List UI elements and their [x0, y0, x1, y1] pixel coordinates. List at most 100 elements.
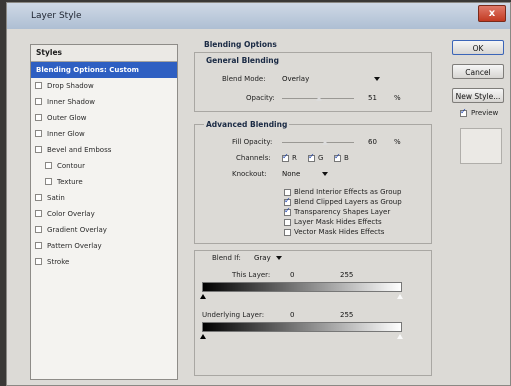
style-checkbox[interactable]: [35, 82, 42, 89]
style-checkbox[interactable]: [35, 226, 42, 233]
fill-opacity-label: Fill Opacity:: [232, 138, 273, 146]
blend-mode-select[interactable]: Overlay: [282, 75, 309, 83]
advanced-option-label: Blend Clipped Layers as Group: [294, 198, 402, 206]
style-item-label: Bevel and Emboss: [47, 146, 112, 154]
this-layer-label: This Layer:: [232, 271, 271, 279]
knockout-select[interactable]: None: [282, 170, 300, 178]
style-checkbox[interactable]: [35, 114, 42, 121]
style-item-drop-shadow[interactable]: Drop Shadow: [31, 78, 177, 94]
channels-label: Channels:: [236, 154, 271, 162]
title-bar[interactable]: Layer Style x: [7, 3, 510, 29]
channel-r-label: R: [292, 154, 297, 162]
advanced-option-checkbox[interactable]: [284, 219, 291, 226]
opacity-slider-handle[interactable]: [315, 96, 322, 101]
this-layer-black-handle[interactable]: [200, 294, 206, 299]
channel-r-checkbox[interactable]: [282, 152, 289, 162]
fill-opacity-slider-handle[interactable]: [322, 140, 329, 145]
style-item-gradient-overlay[interactable]: Gradient Overlay: [31, 222, 177, 238]
style-item-pattern-overlay[interactable]: Pattern Overlay: [31, 238, 177, 254]
style-checkbox[interactable]: [35, 146, 42, 153]
style-preview-thumbnail: [460, 128, 502, 164]
advanced-option-checkbox[interactable]: [284, 189, 291, 196]
underlying-layer-black-handle[interactable]: [200, 334, 206, 339]
dialog-title: Layer Style: [31, 11, 82, 21]
blend-if-label: Blend If:: [212, 254, 241, 262]
close-button[interactable]: x: [478, 5, 506, 22]
style-item-inner-glow[interactable]: Inner Glow: [31, 126, 177, 142]
channel-g-label: G: [318, 154, 324, 162]
blend-if-select[interactable]: Gray: [254, 254, 271, 262]
style-item-label: Inner Glow: [47, 130, 85, 138]
style-item-outer-glow[interactable]: Outer Glow: [31, 110, 177, 126]
blending-options-title: Blending Options: [204, 40, 277, 49]
advanced-option-label: Vector Mask Hides Effects: [294, 228, 385, 236]
style-item-label: Blending Options: Custom: [36, 66, 139, 74]
style-item-label: Color Overlay: [47, 210, 95, 218]
underlying-layer-min[interactable]: 0: [290, 311, 294, 319]
style-item-contour[interactable]: Contour: [31, 158, 177, 174]
style-item-satin[interactable]: Satin: [31, 190, 177, 206]
style-checkbox[interactable]: [35, 210, 42, 217]
style-item-inner-shadow[interactable]: Inner Shadow: [31, 94, 177, 110]
knockout-label: Knockout:: [232, 170, 267, 178]
general-blending-title: General Blending: [204, 56, 281, 65]
new-style-button[interactable]: New Style...: [452, 88, 504, 103]
underlying-layer-label: Underlying Layer:: [202, 311, 265, 319]
advanced-blending-title: Advanced Blending: [204, 120, 290, 129]
underlying-layer-max[interactable]: 255: [340, 311, 353, 319]
style-checkbox[interactable]: [35, 242, 42, 249]
styles-list: Styles Blending Options: Custom Drop Shad…: [30, 44, 178, 380]
style-item-stroke[interactable]: Stroke: [31, 254, 177, 270]
advanced-option-label: Transparency Shapes Layer: [294, 208, 391, 216]
advanced-option-label: Layer Mask Hides Effects: [294, 218, 382, 226]
style-checkbox[interactable]: [35, 130, 42, 137]
style-item-label: Satin: [47, 194, 65, 202]
ok-button[interactable]: OK: [452, 40, 504, 55]
style-item-label: Gradient Overlay: [47, 226, 107, 234]
blend-mode-label: Blend Mode:: [222, 75, 266, 83]
style-checkbox[interactable]: [45, 162, 52, 169]
style-item-label: Texture: [57, 178, 83, 186]
this-layer-gradient: [202, 282, 402, 292]
underlying-layer-white-handle[interactable]: [397, 334, 403, 339]
style-item-color-overlay[interactable]: Color Overlay: [31, 206, 177, 222]
opacity-label: Opacity:: [246, 94, 275, 102]
preview-label: Preview: [471, 109, 499, 117]
channel-g-checkbox[interactable]: [308, 152, 315, 162]
style-item-texture[interactable]: Texture: [31, 174, 177, 190]
close-icon: x: [488, 8, 496, 19]
advanced-option-checkbox[interactable]: [284, 206, 291, 216]
advanced-option-label: Blend Interior Effects as Group: [294, 188, 402, 196]
channel-b-label: B: [344, 154, 349, 162]
style-checkbox[interactable]: [35, 258, 42, 265]
fill-opacity-unit: %: [394, 138, 401, 146]
chevron-down-icon[interactable]: [276, 256, 282, 260]
style-item-bevel-and-emboss[interactable]: Bevel and Emboss: [31, 142, 177, 158]
chevron-down-icon[interactable]: [374, 77, 380, 81]
style-item-label: Outer Glow: [47, 114, 87, 122]
this-layer-max[interactable]: 255: [340, 271, 353, 279]
style-item-label: Inner Shadow: [47, 98, 95, 106]
style-checkbox[interactable]: [35, 98, 42, 105]
styles-header[interactable]: Styles: [31, 45, 177, 62]
chevron-down-icon[interactable]: [322, 172, 328, 176]
opacity-unit: %: [394, 94, 401, 102]
this-layer-min[interactable]: 0: [290, 271, 294, 279]
preview-checkbox[interactable]: [460, 107, 467, 117]
channel-b-checkbox[interactable]: [334, 152, 341, 162]
style-item-label: Drop Shadow: [47, 82, 94, 90]
opacity-value[interactable]: 51: [368, 94, 377, 102]
style-checkbox[interactable]: [35, 194, 42, 201]
blending-options-panel: Blending Options General Blending Blend …: [190, 40, 435, 380]
underlying-layer-gradient: [202, 322, 402, 332]
style-item-label: Contour: [57, 162, 85, 170]
cancel-button[interactable]: Cancel: [452, 64, 504, 79]
advanced-option-checkbox[interactable]: [284, 229, 291, 236]
advanced-option-checkbox[interactable]: [284, 196, 291, 206]
style-item-blending-options-custom[interactable]: Blending Options: Custom: [31, 62, 177, 78]
fill-opacity-slider[interactable]: [282, 142, 354, 143]
style-item-label: Pattern Overlay: [47, 242, 102, 250]
style-checkbox[interactable]: [45, 178, 52, 185]
fill-opacity-value[interactable]: 60: [368, 138, 377, 146]
this-layer-white-handle[interactable]: [397, 294, 403, 299]
